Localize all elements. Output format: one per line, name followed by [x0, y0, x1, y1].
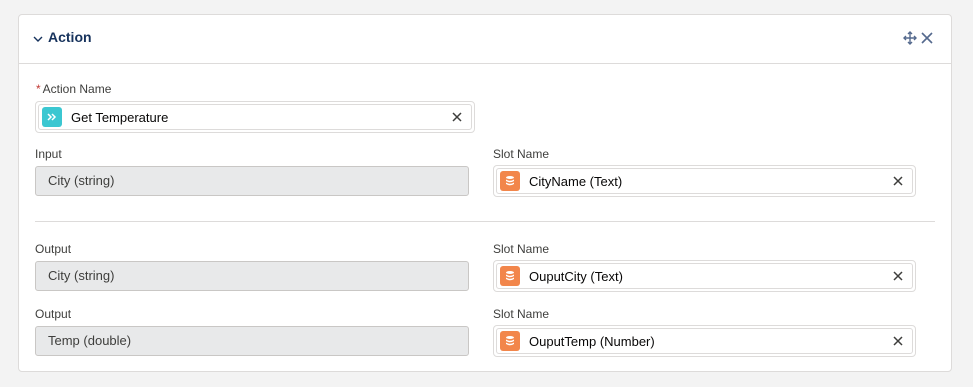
database-icon: [500, 266, 520, 286]
slot-name-label: Slot Name: [493, 147, 550, 161]
output-parameter-field: City (string): [35, 261, 469, 291]
slot-pill[interactable]: CityName (Text): [496, 168, 913, 194]
action-name-label-text: Action Name: [42, 82, 112, 96]
slot-name-value: OuputCity (Text): [529, 268, 623, 284]
action-name-field[interactable]: Get Temperature: [35, 101, 475, 133]
clear-icon[interactable]: [452, 112, 462, 122]
card-title: Action: [48, 29, 92, 45]
input-parameter-field: City (string): [35, 166, 469, 196]
input-label: Input: [35, 147, 62, 161]
chevron-down-icon[interactable]: [33, 34, 43, 44]
card-header: Action: [19, 15, 951, 64]
action-name-pill[interactable]: Get Temperature: [38, 104, 472, 130]
action-name-value: Get Temperature: [71, 109, 169, 125]
slot-name-field[interactable]: OuputCity (Text): [493, 260, 916, 292]
slot-name-label: Slot Name: [493, 307, 550, 321]
action-icon: [42, 107, 62, 127]
section-divider: [35, 221, 935, 222]
slot-pill[interactable]: OuputTemp (Number): [496, 328, 913, 354]
close-icon[interactable]: [921, 32, 933, 44]
output-label: Output: [35, 242, 72, 256]
slot-name-value: CityName (Text): [529, 173, 623, 189]
action-name-label: * Action Name: [36, 82, 111, 96]
clear-icon[interactable]: [893, 271, 903, 281]
slot-name-value: OuputTemp (Number): [529, 333, 655, 349]
slot-name-field[interactable]: CityName (Text): [493, 165, 916, 197]
action-card: Action * Action Name Get Temperature Inpu…: [18, 14, 952, 372]
slot-pill[interactable]: OuputCity (Text): [496, 263, 913, 289]
output-parameter-field: Temp (double): [35, 326, 469, 356]
required-marker: *: [36, 82, 41, 96]
move-icon[interactable]: [903, 31, 917, 45]
database-icon: [500, 331, 520, 351]
slot-name-label: Slot Name: [493, 242, 550, 256]
clear-icon[interactable]: [893, 176, 903, 186]
clear-icon[interactable]: [893, 336, 903, 346]
output-label: Output: [35, 307, 72, 321]
slot-name-field[interactable]: OuputTemp (Number): [493, 325, 916, 357]
database-icon: [500, 171, 520, 191]
